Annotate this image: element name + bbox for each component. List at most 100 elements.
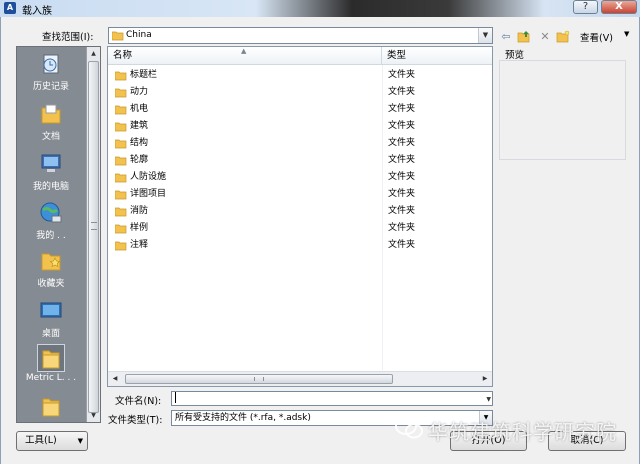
file-name: 结构 <box>130 138 149 148</box>
list-item[interactable]: 消防 文件夹 <box>108 203 492 220</box>
chevron-down-icon: ▼ <box>77 437 83 445</box>
wechat-logo-icon <box>395 417 423 439</box>
history-icon <box>43 54 59 74</box>
file-list: 名称 ▲ 类型 标题栏 文件夹 动力 文件夹 机电 文件夹 建筑 文件夹 结构 文件夹 轮廓 文件夹人… <box>107 46 493 387</box>
watermark-text: 华筑建筑科学研究院 <box>428 420 617 444</box>
scroll-thumb[interactable] <box>125 374 393 384</box>
new-folder-icon[interactable] <box>556 30 570 43</box>
preview-pane <box>499 60 626 160</box>
column-name-label: 名称 <box>113 50 133 61</box>
file-name: 注释 <box>130 240 149 250</box>
folder-icon <box>115 71 127 81</box>
scroll-thumb[interactable] <box>88 61 99 413</box>
folder-icon <box>42 398 60 417</box>
file-name: 轮廓 <box>130 155 149 165</box>
list-item[interactable]: 人防设施 文件夹 <box>108 169 492 186</box>
list-item[interactable]: 注释 文件夹 <box>108 237 492 254</box>
file-type: 文件夹 <box>388 87 416 97</box>
chevron-down-icon[interactable]: ▼ <box>624 30 629 38</box>
folder-icon <box>115 105 127 115</box>
folder-icon <box>115 241 127 251</box>
scroll-right-icon[interactable]: ▶ <box>478 372 492 386</box>
place-label: 桌面 <box>41 329 60 339</box>
documents-icon <box>41 104 61 124</box>
place-favorites[interactable]: 收藏夹 <box>17 248 85 289</box>
filename-label: 文件名(N): <box>115 396 162 407</box>
file-name: 消防 <box>130 206 149 216</box>
place-my-computer[interactable]: 我的电脑 <box>17 151 85 192</box>
up-folder-icon[interactable] <box>517 30 531 43</box>
lookin-value: China <box>126 30 152 40</box>
list-item[interactable]: 动力 文件夹 <box>108 84 492 101</box>
favorites-icon <box>41 253 61 271</box>
chevron-down-icon[interactable]: ▼ <box>478 28 492 43</box>
list-item[interactable]: 机电 文件夹 <box>108 101 492 118</box>
preview-label: 预览 <box>505 50 525 61</box>
tools-button[interactable]: 工具(L) ▼ <box>16 431 88 451</box>
list-item[interactable]: 标题栏 文件夹 <box>108 67 492 84</box>
place-history[interactable]: 历史记录 <box>17 51 85 92</box>
place-documents[interactable]: 文档 <box>17 101 85 142</box>
folder-icon <box>115 88 127 98</box>
close-button[interactable]: X <box>601 0 637 14</box>
desktop-icon <box>40 302 62 318</box>
filetype-label: 文件类型(T): <box>108 415 163 426</box>
place-network[interactable]: 我的 . . <box>17 200 85 241</box>
scroll-left-icon[interactable]: ◀ <box>108 372 122 386</box>
filetype-value: 所有受支持的文件 (*.rfa, *.adsk) <box>175 413 311 423</box>
lookin-combo[interactable]: China ▼ <box>108 27 493 44</box>
list-item[interactable]: 结构 文件夹 <box>108 135 492 152</box>
column-header-name[interactable]: 名称 ▲ <box>108 47 382 65</box>
folder-icon <box>115 173 127 183</box>
view-menu-button[interactable]: 查看(V) <box>580 30 613 44</box>
folder-icon <box>115 207 127 217</box>
column-header-type[interactable]: 类型 <box>382 47 492 65</box>
file-type: 文件夹 <box>388 138 416 148</box>
file-name: 动力 <box>130 87 149 97</box>
lookin-label: 查找范围(I): <box>42 32 94 43</box>
horizontal-scrollbar[interactable]: ◀ ▶ <box>108 371 492 386</box>
folder-icon <box>112 31 124 41</box>
file-type: 文件夹 <box>388 121 416 131</box>
text-caret <box>175 392 176 403</box>
network-icon <box>40 202 62 223</box>
place-label: 文档 <box>41 132 60 142</box>
filename-input[interactable]: ▼ <box>171 391 493 406</box>
file-name: 人防设施 <box>130 172 167 182</box>
place-label: 历史记录 <box>32 82 69 92</box>
file-name: 标题栏 <box>130 70 158 80</box>
sort-ascending-icon: ▲ <box>241 47 247 55</box>
file-type: 文件夹 <box>388 223 416 233</box>
file-type: 文件夹 <box>388 104 416 114</box>
place-label: 我的 . . <box>36 231 66 241</box>
file-name: 机电 <box>130 104 149 114</box>
back-icon[interactable]: ⇦ <box>499 30 513 43</box>
file-type: 文件夹 <box>388 70 416 80</box>
title-bar[interactable]: A 载入族 ? X <box>0 0 640 17</box>
scroll-up-icon[interactable]: ▲ <box>87 47 100 60</box>
scroll-down-icon[interactable]: ▼ <box>87 409 100 422</box>
chevron-down-icon[interactable]: ▼ <box>486 393 491 406</box>
file-type: 文件夹 <box>388 206 416 216</box>
folder-icon <box>115 190 127 200</box>
file-type: 文件夹 <box>388 172 416 182</box>
place-label: Metric L. . . <box>25 373 77 383</box>
place-label: 收藏夹 <box>37 279 65 289</box>
list-item[interactable]: 建筑 文件夹 <box>108 118 492 135</box>
place-metric-library[interactable]: Metric L. . . <box>17 344 85 383</box>
list-item[interactable]: 样例 文件夹 <box>108 220 492 237</box>
file-name: 样例 <box>130 223 149 233</box>
place-desktop[interactable]: 桌面 <box>17 298 85 339</box>
folder-icon <box>115 139 127 149</box>
window-title: 载入族 <box>22 6 52 17</box>
place-folder[interactable] <box>17 393 85 421</box>
watermark: 华筑建筑科学研究院 <box>394 415 634 445</box>
help-button[interactable]: ? <box>573 0 598 14</box>
list-item[interactable]: 详图项目 文件夹 <box>108 186 492 203</box>
delete-icon[interactable]: ✕ <box>538 30 552 43</box>
list-item[interactable]: 轮廓 文件夹 <box>108 152 492 169</box>
file-name: 建筑 <box>130 121 149 131</box>
revit-app-icon: A <box>4 2 16 14</box>
places-scrollbar[interactable]: ▲ ▼ <box>86 47 100 422</box>
place-label: 我的电脑 <box>32 182 69 192</box>
